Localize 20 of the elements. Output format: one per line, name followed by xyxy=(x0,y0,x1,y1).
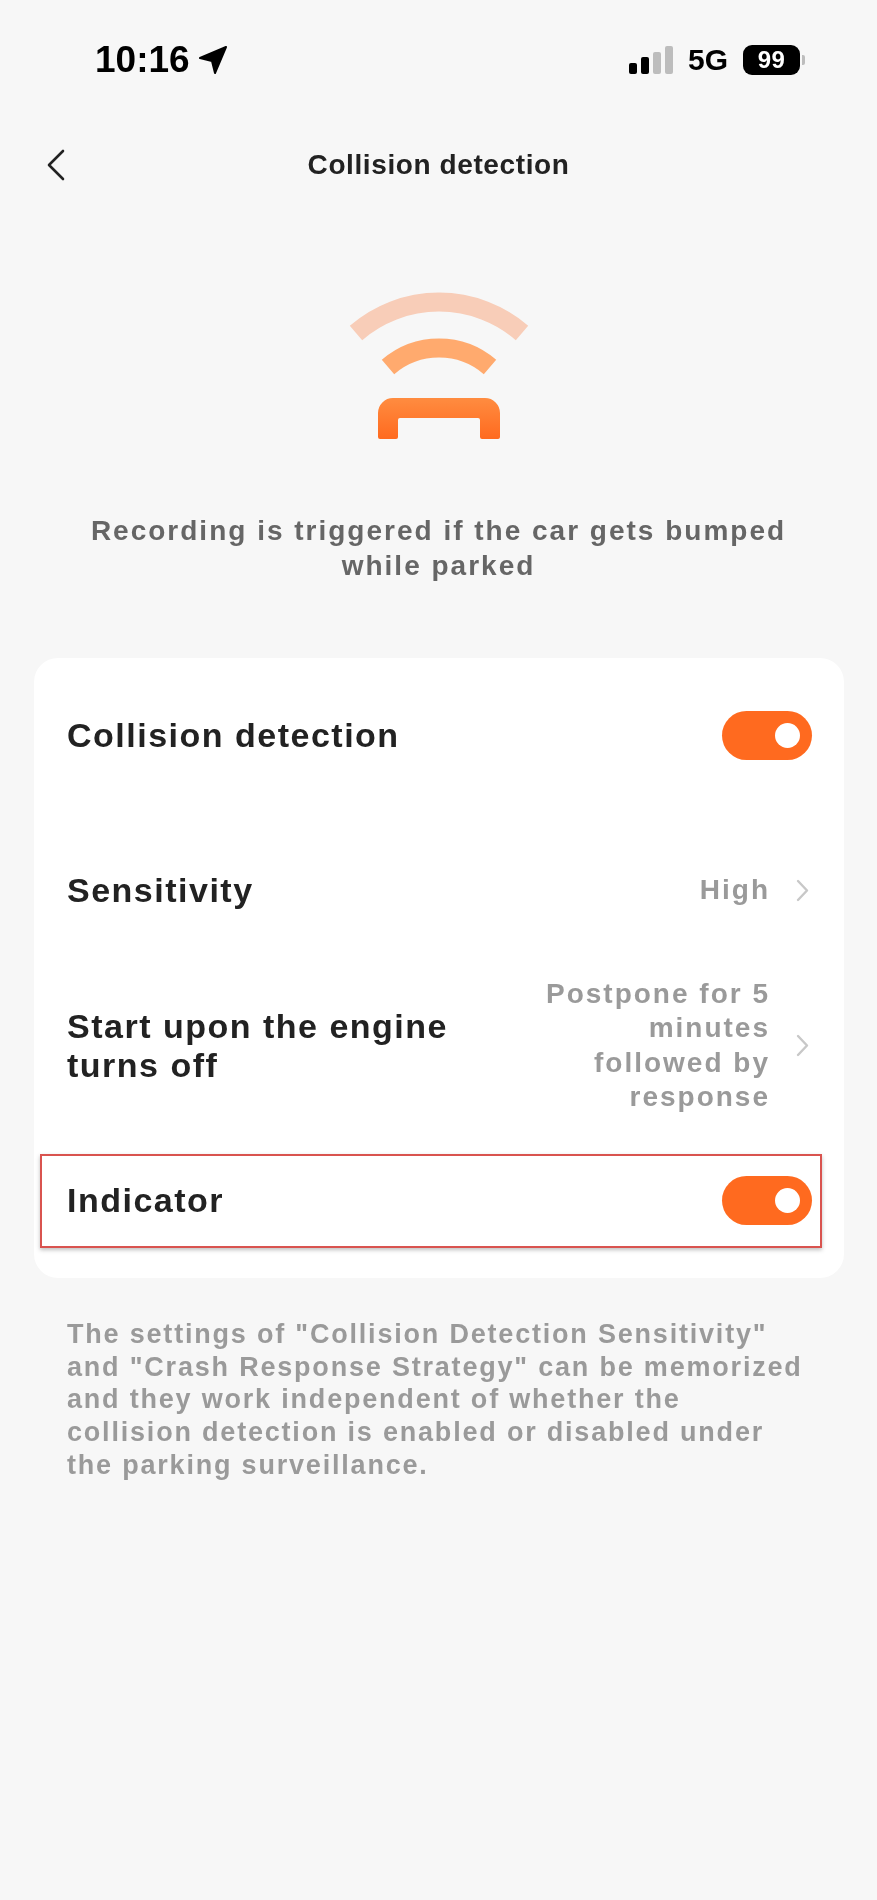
page-title: Collision detection xyxy=(307,148,570,182)
description-text: Recording is triggered if the car gets bumped while parked xyxy=(89,514,788,583)
setting-label: Start upon the engine turns off xyxy=(67,1006,449,1085)
setting-value[interactable]: Postpone for 5 minutes followed by response xyxy=(534,976,770,1115)
setting-label: Indicator xyxy=(67,1181,225,1220)
footer-note: The settings of "Collision Detection Sensitivity" and "Crash Response Strategy" can be memorized and they work independent of whether the collision detection is enabled or disabled under the parking surveillance. xyxy=(66,1318,804,1482)
network-type: 5G xyxy=(687,43,728,77)
setting-label: Sensitivity xyxy=(67,871,254,910)
chevron-right-icon[interactable] xyxy=(796,1034,809,1057)
chevron-right-icon[interactable] xyxy=(796,879,809,902)
cellular-signal-icon xyxy=(628,46,673,74)
setting-label: Collision detection xyxy=(67,716,400,755)
setting-value[interactable]: High xyxy=(699,873,770,908)
toggle-switch[interactable] xyxy=(722,711,812,760)
signal-arcs-icon xyxy=(348,292,529,440)
battery-indicator: 99 xyxy=(743,45,805,75)
back-button[interactable] xyxy=(47,149,65,181)
toggle-switch[interactable] xyxy=(722,1176,812,1225)
location-arrow-icon xyxy=(197,45,228,75)
status-time: 10:16 xyxy=(95,40,190,80)
